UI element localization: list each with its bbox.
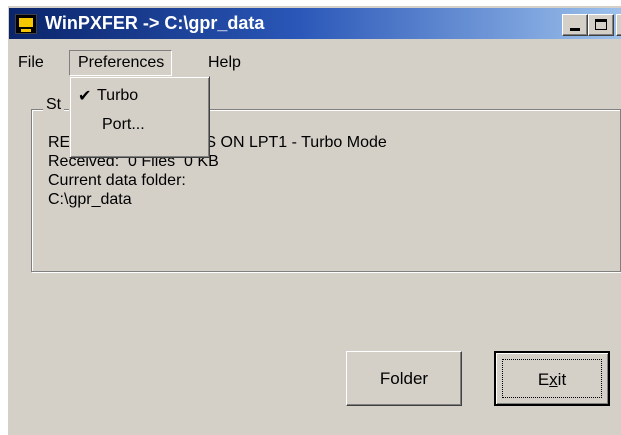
focus-rectangle [502,359,602,398]
folder-button[interactable]: Folder [346,351,462,406]
maximize-icon [595,19,607,30]
data-folder-label: Current data folder: [48,172,186,189]
checkmark-icon: ✔ [78,86,92,105]
minimize-button[interactable] [562,14,588,36]
status-group-label: St [43,96,65,114]
menu-item-port[interactable]: Port... [73,114,205,140]
menu-item-turbo[interactable]: ✔ Turbo [73,85,205,111]
app-icon-screen [19,18,33,27]
menu-file[interactable]: File [18,54,44,72]
app-window: WinPXFER -> C:\gpr_data ✕ File Preferenc… [7,5,621,435]
data-folder-path: C:\gpr_data [48,191,132,208]
menu-preferences[interactable]: Preferences [69,50,173,76]
menu-item-port-label: Port... [102,116,145,133]
title-bar[interactable]: WinPXFER -> C:\gpr_data ✕ [9,8,621,39]
app-icon[interactable] [15,14,37,34]
preferences-dropdown: ✔ Turbo Port... [69,76,210,158]
app-icon-base [21,29,31,32]
folder-button-label: Folder [379,369,429,388]
menu-help[interactable]: Help [208,54,241,72]
minimize-icon [570,28,580,31]
menu-item-turbo-label: Turbo [97,87,139,104]
maximize-button[interactable] [588,14,614,36]
menu-bar: File Preferences Help [8,50,621,76]
exit-button[interactable]: Exit [494,351,610,406]
window-title: WinPXFER -> C:\gpr_data [45,13,265,33]
close-button[interactable]: ✕ [616,14,621,36]
